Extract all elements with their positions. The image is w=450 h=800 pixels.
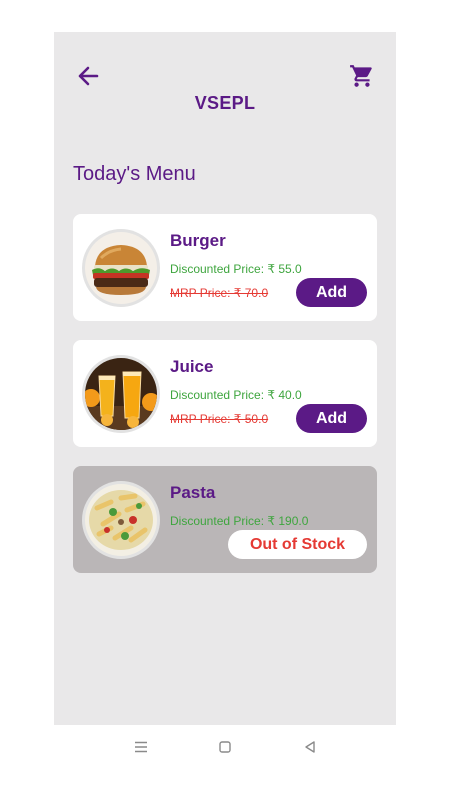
food-image <box>82 481 160 559</box>
add-button[interactable]: Add <box>296 278 367 307</box>
pasta-image <box>85 484 157 556</box>
cart-button[interactable] <box>346 60 378 92</box>
item-name: Pasta <box>170 483 216 502</box>
discounted-price: Discounted Price: ₹ 190.0 <box>170 514 309 528</box>
menu-lines-icon <box>135 741 147 753</box>
section-title: Today's Menu <box>73 163 196 185</box>
system-navigation-bar <box>54 725 396 770</box>
home-button[interactable] <box>215 737 235 757</box>
mrp-price: MRP Price: ₹ 50.0 <box>170 412 269 426</box>
system-back-button[interactable] <box>300 737 320 757</box>
burger-image <box>85 232 157 304</box>
app-title: VSEPL <box>194 93 256 113</box>
recent-apps-button[interactable] <box>131 737 151 757</box>
mrp-price: MRP Price: ₹ 70.0 <box>170 286 269 300</box>
menu-item-card: Burger Discounted Price: ₹ 55.0 MRP Pric… <box>73 214 377 321</box>
add-button[interactable]: Add <box>296 404 367 433</box>
triangle-back-icon <box>305 741 315 753</box>
item-name: Burger <box>170 231 226 250</box>
juice-image <box>85 358 157 430</box>
menu-item-card: Juice Discounted Price: ₹ 40.0 MRP Price… <box>73 340 377 447</box>
food-image <box>82 355 160 433</box>
item-name: Juice <box>170 357 214 376</box>
app-screen: VSEPL Today's Menu Burger Discounted Pri… <box>54 32 396 725</box>
discounted-price: Discounted Price: ₹ 40.0 <box>170 388 302 402</box>
shopping-cart-icon <box>350 65 372 87</box>
home-square-icon <box>219 741 231 753</box>
out-of-stock-button[interactable]: Out of Stock <box>228 530 367 559</box>
back-button[interactable] <box>74 62 102 90</box>
discounted-price: Discounted Price: ₹ 55.0 <box>170 262 302 276</box>
food-image <box>82 229 160 307</box>
arrow-left-icon <box>78 66 99 86</box>
menu-item-card: Pasta Discounted Price: ₹ 190.0 Out of S… <box>73 466 377 573</box>
